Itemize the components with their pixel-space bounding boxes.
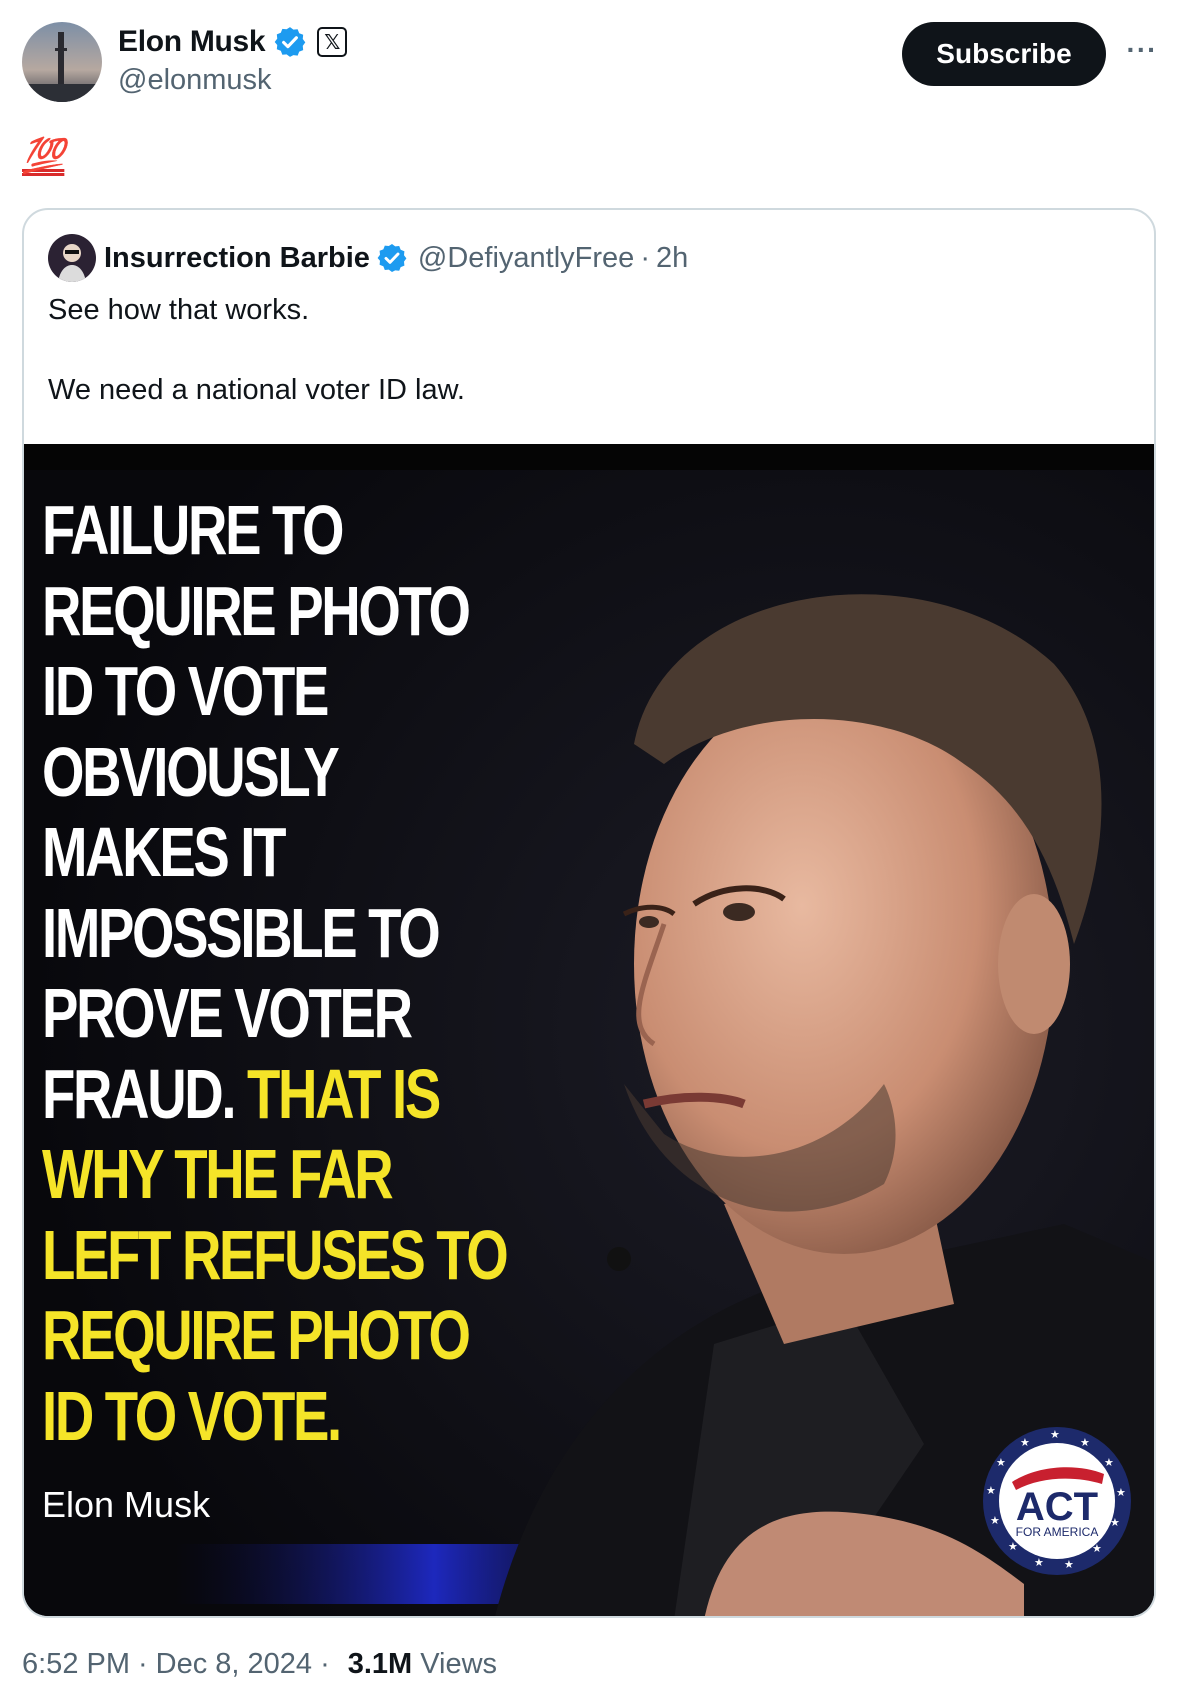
quoted-post-text-line-1: See how that works. (48, 294, 310, 326)
more-options-icon[interactable]: ··· (1120, 28, 1164, 72)
author-handle[interactable]: @elonmusk (118, 64, 272, 97)
x-logo-icon: 𝕏 (317, 27, 348, 57)
svg-text:★: ★ (1064, 1558, 1074, 1571)
act-for-america-logo: ★ ★ ★ ★ ★ ★ ★ ★ ★ ★ ★ ★ ★ ACT FOR AMERICA (983, 1427, 1131, 1575)
quoted-post-header: Insurrection Barbie @DefiyantlyFree · 2h (48, 234, 688, 282)
svg-text:★: ★ (996, 1456, 1006, 1469)
svg-text:FOR AMERICA: FOR AMERICA (1016, 1525, 1099, 1539)
meme-line-white-part: FRAUD. (42, 1054, 237, 1133)
post-header: Elon Musk 𝕏 @elonmusk Subscribe ··· (0, 0, 1180, 120)
author-name[interactable]: Elon Musk (118, 25, 266, 59)
svg-text:★: ★ (990, 1514, 1000, 1527)
views-count[interactable]: 3.1M (348, 1648, 412, 1681)
meme-line: LEFT REFUSES TO (42, 1215, 509, 1294)
verified-badge-icon (377, 244, 407, 272)
meme-line: ID TO VOTE (42, 652, 329, 730)
svg-text:ACT: ACT (1016, 1485, 1098, 1529)
quoted-author-handle[interactable]: @DefiyantlyFree (418, 242, 634, 275)
post-date[interactable]: Dec 8, 2024 (156, 1648, 312, 1681)
separator-dot: · (640, 241, 650, 274)
svg-text:★: ★ (1020, 1436, 1030, 1449)
meme-line: FAILURE TO (42, 491, 345, 569)
quoted-post-time[interactable]: 2h (656, 242, 688, 275)
svg-text:★: ★ (1092, 1542, 1102, 1555)
meme-line: WHY THE FAR (42, 1135, 394, 1213)
views-label: Views (420, 1648, 498, 1680)
quoted-post-image[interactable]: FAILURE TO REQUIRE PHOTO ID TO VOTE OBVI… (24, 444, 1154, 1616)
quoted-author-name[interactable]: Insurrection Barbie (104, 242, 370, 275)
svg-text:★: ★ (1034, 1556, 1044, 1569)
meme-line: REQUIRE PHOTO (42, 1296, 471, 1374)
meme-text: FAILURE TO REQUIRE PHOTO ID TO VOTE OBVI… (42, 490, 509, 1456)
meme-line-mixed: FRAUD. THAT IS (42, 1054, 506, 1135)
quoted-author-avatar[interactable] (48, 234, 96, 282)
subscribe-button[interactable]: Subscribe (902, 22, 1106, 86)
svg-text:★: ★ (986, 1484, 996, 1497)
svg-text:★: ★ (1110, 1516, 1120, 1529)
meme-line: IMPOSSIBLE TO (42, 893, 441, 972)
post-footer: 6:52 PM · Dec 8, 2024 · 3.1M Views (22, 1648, 497, 1681)
svg-text:★: ★ (1104, 1456, 1114, 1469)
post-text: 💯 (22, 137, 65, 175)
meme-line: MAKES IT (42, 813, 286, 891)
post-time[interactable]: 6:52 PM (22, 1648, 130, 1681)
author-name-row: Elon Musk 𝕏 (118, 22, 348, 62)
meme-attribution: Elon Musk (42, 1484, 211, 1525)
quoted-post-text-line-2: We need a national voter ID law. (48, 374, 465, 406)
meme-line: PROVE VOTER (42, 974, 413, 1052)
separator-dot: · (320, 1648, 330, 1680)
svg-text:★: ★ (1050, 1428, 1060, 1441)
meme-line-yellow-part: THAT IS (234, 1054, 441, 1133)
author-avatar[interactable] (22, 22, 102, 102)
svg-text:★: ★ (1116, 1486, 1126, 1499)
svg-text:★: ★ (1080, 1436, 1090, 1449)
verified-badge-icon (275, 27, 306, 57)
meme-line: ID TO VOTE. (42, 1376, 342, 1455)
separator-dot: · (138, 1648, 148, 1680)
meme-line: OBVIOUSLY (42, 732, 340, 811)
svg-text:★: ★ (1008, 1540, 1018, 1553)
quoted-post[interactable]: Insurrection Barbie @DefiyantlyFree · 2h… (22, 208, 1156, 1618)
meme-line: REQUIRE PHOTO (42, 571, 471, 650)
